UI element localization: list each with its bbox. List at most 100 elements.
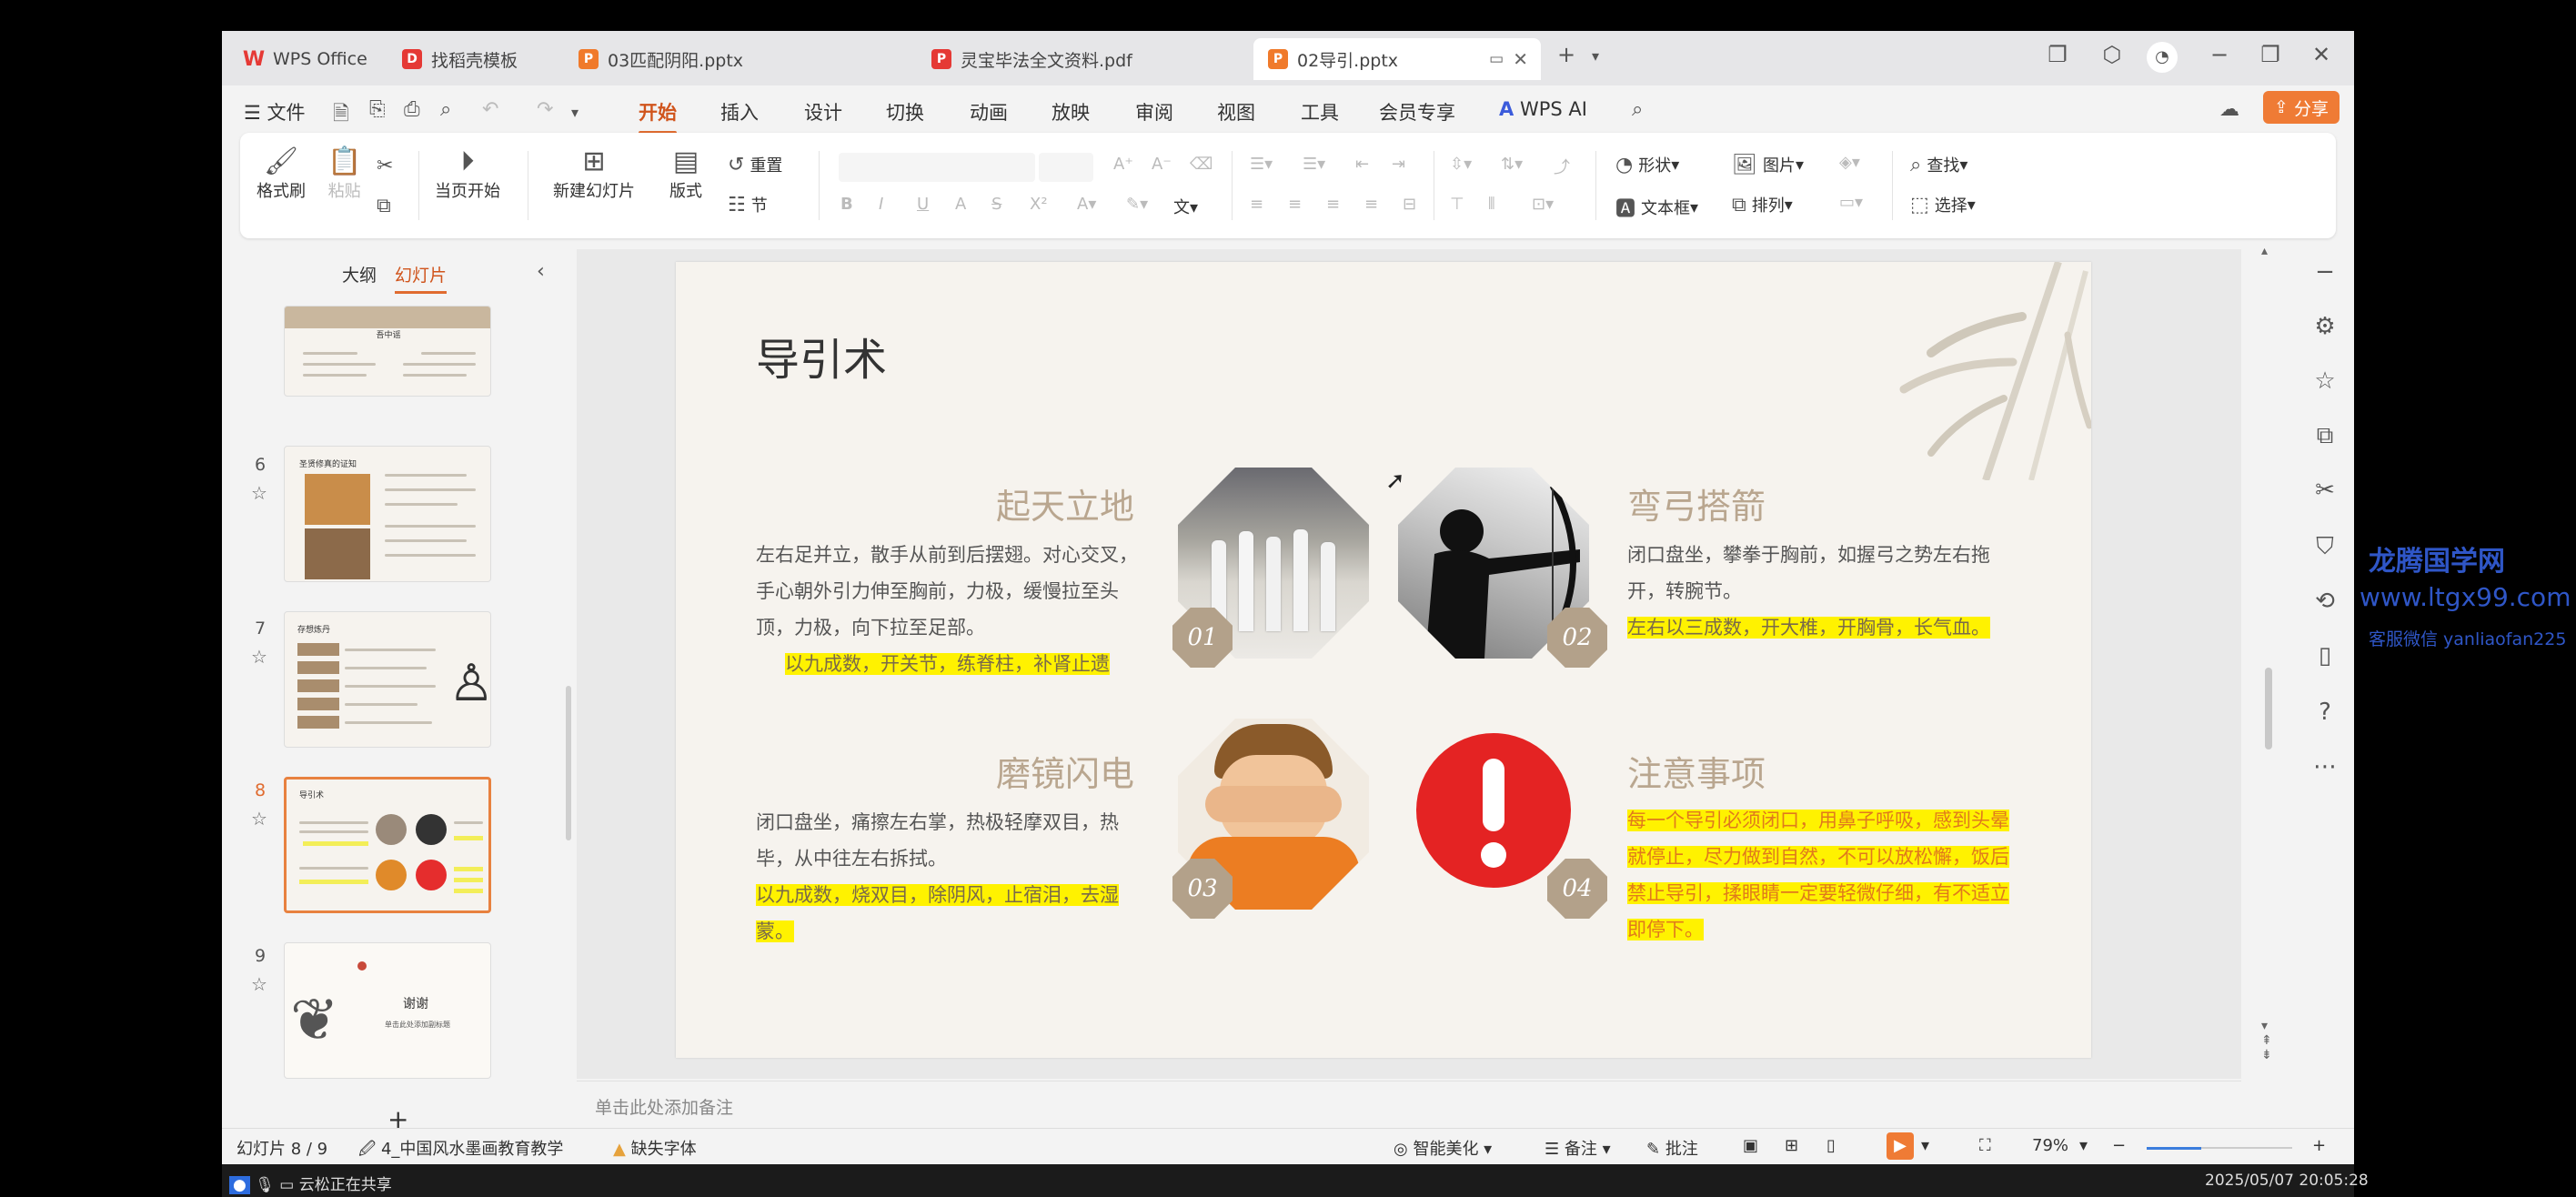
star-icon[interactable]: ☆ [251, 482, 267, 504]
zoom-level[interactable]: 79% [2032, 1136, 2068, 1155]
play-from-current-button[interactable]: ⏵ 当页开始 [435, 146, 500, 202]
chevron-down-icon[interactable]: ▾ [2079, 1136, 2088, 1155]
shape-button[interactable]: ◔ 形状 ▾ [1615, 153, 1679, 176]
numbering-icon[interactable]: ☰▾ [1303, 155, 1325, 174]
animation-icon[interactable]: ⟲ [2307, 588, 2343, 615]
paste-button[interactable]: 📋 粘贴 [327, 146, 361, 202]
section-highlight-3[interactable]: 以九成数，烧双目，除阴风，止宿泪，去湿蒙。 [756, 877, 1138, 950]
section-title-3[interactable]: 磨镜闪电 [996, 746, 1134, 796]
section-highlight-2[interactable]: 左右以三成数，开大椎，开胸骨，长气血。 [1627, 609, 2046, 646]
reset-button[interactable]: ↺ 重置 [728, 153, 782, 176]
shrink-font-icon[interactable]: A⁻ [1152, 155, 1172, 174]
search-icon[interactable]: ⌕ [1632, 98, 1643, 121]
outline-icon[interactable]: ▭▾ [1839, 193, 1863, 212]
undo-icon[interactable]: ↶ [482, 98, 498, 121]
print-preview-icon[interactable]: ⌕ [440, 98, 451, 121]
theme-name[interactable]: 🖉 4_中国风水墨画教育教学 [358, 1136, 563, 1164]
section-title-2[interactable]: 弯弓搭箭 [1627, 478, 1766, 528]
grow-font-icon[interactable]: A⁺ [1113, 155, 1133, 174]
menu-transition[interactable]: 切换 [886, 98, 924, 126]
smart-beautify-button[interactable]: ◎ 智能美化 ▾ [1394, 1136, 1492, 1160]
slide[interactable]: 导引术 起天立地 左右足并立，散手从前到后摆翅。对心交叉，手心朝外引力伸至胸前，… [676, 262, 2091, 1058]
columns-icon[interactable]: ⫴ [1488, 195, 1495, 214]
tab-02-pptx[interactable]: P 02导引.pptx ▭ ✕ [1253, 38, 1541, 80]
fill-icon[interactable]: ◈▾ [1839, 153, 1860, 172]
chevron-down-icon[interactable]: ▾ [1577, 47, 1614, 65]
section-title-4[interactable]: 注意事项 [1627, 746, 1766, 796]
cube-icon[interactable]: ⬡ [2094, 42, 2130, 67]
menu-member[interactable]: 会员专享 [1379, 98, 1455, 126]
shadow-icon[interactable]: A [955, 195, 966, 214]
collapse-rail-icon[interactable]: − [2307, 258, 2343, 286]
underline-icon[interactable]: U [917, 195, 929, 214]
line-spacing-icon[interactable]: ⇳▾ [1450, 155, 1472, 174]
zoom-slider[interactable] [2147, 1147, 2292, 1150]
bullets-icon[interactable]: ☰▾ [1250, 155, 1273, 174]
scroll-down-icon[interactable]: ▾ ⇞ ⇟ [2261, 1019, 2272, 1062]
section-body-3[interactable]: 闭口盘坐，痛擦左右掌，热极轻摩双目，热毕，从中往左右拆拭。 [756, 804, 1138, 877]
star-icon[interactable]: ☆ [251, 646, 267, 668]
minimize-icon[interactable]: − [2201, 42, 2238, 67]
comments-button[interactable]: ✎ 批注 [1646, 1136, 1698, 1160]
format-painter-button[interactable]: 🖌 格式刷 [257, 146, 306, 202]
copy-button[interactable]: ⧉ [377, 195, 397, 217]
menu-slideshow[interactable]: 放映 [1052, 98, 1090, 126]
cut-button[interactable]: ✂ [377, 155, 398, 177]
menu-tools[interactable]: 工具 [1301, 98, 1339, 126]
menu-design[interactable]: 设计 [804, 98, 842, 126]
slide-thumb-5[interactable]: 吾中谣 [284, 306, 491, 397]
slide-thumb-9[interactable]: ❦ 谢谢 单击此处添加副标题 [284, 942, 491, 1079]
picture-button[interactable]: 🖼 图片 ▾ [1732, 153, 1804, 176]
slide-thumb-7[interactable]: 存想炼丹 ♙ [284, 611, 491, 748]
menu-view[interactable]: 视图 [1217, 98, 1255, 126]
tab-outline[interactable]: 大纲 [342, 262, 377, 287]
section-body-2[interactable]: 闭口盘坐，攀拳于胸前，如握弓之势左右拖开，转腕节。 [1627, 537, 2018, 609]
superscript-icon[interactable]: X² [1030, 195, 1048, 214]
text-direction-icon[interactable]: ⇅▾ [1501, 155, 1523, 174]
print-icon[interactable]: ⎙ [404, 98, 420, 121]
clear-format-icon[interactable]: ⌫ [1190, 155, 1213, 174]
window-close-icon[interactable]: ✕ [2303, 42, 2340, 67]
text-box-align-icon[interactable]: ⊡▾ [1532, 195, 1554, 214]
section-highlight-1[interactable]: 以九成数，开关节，练脊柱，补肾止遗 [785, 646, 1149, 682]
book-icon[interactable]: ▯ [2307, 642, 2343, 669]
reading-view-icon[interactable]: ▯ [1826, 1136, 1836, 1155]
fit-window-icon[interactable]: ⛶ [1979, 1136, 1991, 1155]
menu-review[interactable]: 审阅 [1135, 98, 1173, 126]
star-icon[interactable]: ☆ [251, 973, 267, 995]
more-icon[interactable]: ⋯ [2307, 753, 2343, 780]
section-title-1[interactable]: 起天立地 [996, 478, 1134, 528]
highlight-icon[interactable]: ✎▾ [1126, 195, 1148, 214]
font-size-select[interactable] [1039, 153, 1093, 182]
shirt-icon[interactable]: ⛉ [2307, 533, 2343, 561]
arrange-button[interactable]: ⧉ 排列 ▾ [1732, 193, 1793, 216]
share-button[interactable]: ⇪ 分享 [2263, 91, 2340, 124]
tab-docer[interactable]: D 找稻壳模板 [387, 38, 560, 80]
missing-font-button[interactable]: ▲ 缺失字体 [613, 1136, 697, 1160]
chevron-down-icon[interactable]: ▾ [571, 104, 579, 121]
textbox-button[interactable]: 🅰 文本框 ▾ [1615, 193, 1698, 222]
star-icon[interactable]: ☆ [2307, 367, 2343, 395]
bold-icon[interactable]: B [840, 195, 853, 214]
italic-icon[interactable]: I [879, 195, 883, 214]
convert-icon[interactable]: ⤴ [1554, 155, 1570, 178]
zoom-out-icon[interactable]: − [2112, 1136, 2126, 1155]
sharing-status[interactable]: ● 🎙 ▭ 云松正在共享 [229, 1172, 392, 1194]
align-left-icon[interactable]: ≡ [1250, 195, 1263, 214]
sorter-view-icon[interactable]: ⊞ [1785, 1136, 1798, 1155]
layout-button[interactable]: ▤ 版式 [669, 146, 702, 202]
find-button[interactable]: ⌕ 查找 ▾ [1910, 153, 1967, 176]
menu-home[interactable]: 开始 [639, 98, 677, 135]
play-icon[interactable]: ▶ [1887, 1132, 1914, 1160]
avatar[interactable]: ◔ [2147, 42, 2178, 73]
tab-wps-office[interactable]: W WPS Office [229, 38, 384, 80]
help-icon[interactable]: ? [2307, 699, 2343, 726]
slide-thumb-6[interactable]: 圣贤修真的证知 [284, 446, 491, 582]
tab-slides[interactable]: 幻灯片 [395, 262, 448, 294]
properties-icon[interactable]: ⚙ [2307, 313, 2343, 340]
justify-icon[interactable]: ≡ [1364, 195, 1378, 214]
char-spacing-icon[interactable]: 文▾ [1173, 195, 1198, 218]
font-family-select[interactable] [839, 153, 1035, 182]
chevron-down-icon[interactable]: ▾ [1921, 1136, 1929, 1155]
distribute-icon[interactable]: ⊟ [1403, 195, 1416, 214]
